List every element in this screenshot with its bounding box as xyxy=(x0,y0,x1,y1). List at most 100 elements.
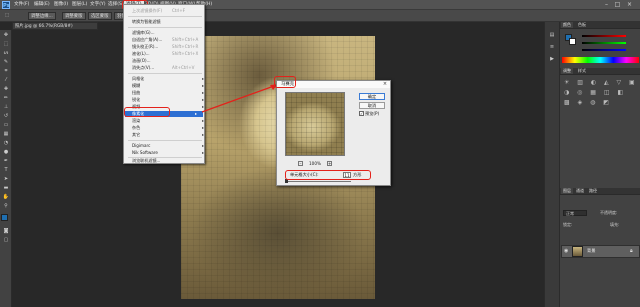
hand-tool-icon[interactable]: ✋ xyxy=(2,194,10,201)
shape-tool-icon[interactable]: ▬ xyxy=(2,185,10,192)
menu-bar: Ps 文件(F) 编辑(E) 图像(I) 图层(L) 文字(Y) 选择(S) 滤… xyxy=(0,0,640,10)
tab-swatches[interactable]: 色板 xyxy=(576,22,588,28)
green-slider[interactable] xyxy=(582,42,626,44)
brush-tool-icon[interactable]: ✏ xyxy=(2,95,10,102)
cell-size-slider-track[interactable] xyxy=(285,181,351,182)
stamp-tool-icon[interactable]: ⊥ xyxy=(2,104,10,111)
path-select-icon[interactable]: ➤ xyxy=(2,176,10,183)
tab-styles[interactable]: 样式 xyxy=(576,68,588,74)
close-window-icon[interactable]: × xyxy=(625,1,634,9)
preview-checkbox-label: 预览(P) xyxy=(365,111,380,116)
right-panels: 颜色 色板 调整 样式 ☀ ▥ ◐ ◭ ▽ ▣ ◑ ◎ ▦ ◫ ◧ ▩ ◈ ◍ … xyxy=(559,22,640,307)
blur-tool-icon[interactable]: ◔ xyxy=(2,140,10,147)
close-icon[interactable]: × xyxy=(382,81,388,88)
menu-item-smart-filter[interactable]: 转换为智能滤镜 xyxy=(132,19,161,25)
zoom-in-button[interactable]: + xyxy=(327,161,332,166)
tab-adjustments[interactable]: 调整 xyxy=(561,68,573,74)
menu-item-lens-correction[interactable]: 镜头校正(R)... Shift+Ctrl+R xyxy=(132,44,198,50)
healing-brush-icon[interactable]: ✚ xyxy=(2,86,10,93)
move-tool-icon[interactable]: ✥ xyxy=(2,32,10,39)
minimize-icon[interactable]: – xyxy=(602,1,611,9)
menu-item-render[interactable]: 渲染 ▸ xyxy=(132,118,204,124)
menu-item-vanishing-point[interactable]: 消失点(V)... Alt+Ctrl+V xyxy=(132,65,195,71)
eyedropper-icon[interactable]: ⁄ xyxy=(2,77,10,84)
menu-item-oil-paint[interactable]: 油画(O)... xyxy=(132,58,151,64)
crop-tool-icon[interactable]: ⌗ xyxy=(2,68,10,75)
photoshop-logo-icon: Ps xyxy=(2,1,10,9)
tab-layers[interactable]: 图层 xyxy=(561,188,573,194)
menu-separator xyxy=(128,140,202,141)
zoom-out-button[interactable]: – xyxy=(298,161,303,166)
layers-panel-header: 图层 通道 路径 xyxy=(560,188,640,195)
dodge-tool-icon[interactable]: ● xyxy=(2,149,10,156)
menu-image[interactable]: 图像(I) xyxy=(54,1,68,9)
blue-slider[interactable] xyxy=(582,49,626,51)
menu-item-digimarc[interactable]: Digimarc ▸ xyxy=(132,143,204,149)
visibility-eye-icon[interactable]: ◉ xyxy=(564,248,568,254)
menu-item-liquify[interactable]: 液化(L)... Shift+Ctrl+X xyxy=(132,51,198,57)
eraser-tool-icon[interactable]: ▭ xyxy=(2,122,10,129)
color-spectrum-bar[interactable] xyxy=(562,57,639,63)
pen-tool-icon[interactable]: ✒ xyxy=(2,158,10,165)
collapsed-panel-strip: ▤ ≡ ▶ xyxy=(544,22,559,307)
document-tab[interactable]: 照片.jpg @ 66.7%(RGB/8#) xyxy=(12,22,98,30)
menu-item-filter-gallery[interactable]: 滤镜库(G)... xyxy=(132,30,155,36)
menu-file[interactable]: 文件(F) xyxy=(14,1,29,9)
menu-item-noise[interactable]: 杂色 ▸ xyxy=(132,125,204,131)
marquee-icon[interactable]: ⬚ xyxy=(3,12,15,20)
preview-checkbox[interactable]: ✓ xyxy=(359,111,364,116)
refine-edge-button[interactable]: 调整边缘... xyxy=(28,12,56,20)
menu-item-distort[interactable]: 扭曲 ▸ xyxy=(132,90,204,96)
history-brush-icon[interactable]: ↺ xyxy=(2,113,10,120)
menu-edit[interactable]: 编辑(E) xyxy=(34,1,50,9)
layer-thumbnail xyxy=(572,246,583,257)
ok-button[interactable]: 确定 xyxy=(359,93,385,100)
type-tool-icon[interactable]: T xyxy=(2,167,10,174)
quick-select-icon[interactable]: ✎ xyxy=(2,59,10,66)
options-bar: ⬚ 调整边缘... 调整蒙版 选区蒙版 羽化 xyxy=(0,10,640,22)
history-panel-icon[interactable]: ▤ xyxy=(548,32,556,39)
maximize-icon[interactable]: □ xyxy=(613,1,622,9)
menu-type[interactable]: 文字(Y) xyxy=(90,1,106,9)
red-slider[interactable] xyxy=(582,35,626,37)
menu-item-browse-online[interactable]: 浏览联机滤镜... xyxy=(132,158,160,164)
menu-layer[interactable]: 图层(L) xyxy=(72,1,87,9)
tab-paths[interactable]: 路径 xyxy=(587,188,599,194)
menu-item-adaptive-wide[interactable]: 自适应广角(A)... Shift+Ctrl+A xyxy=(132,37,198,43)
adjust-mask-button[interactable]: 调整蒙版 xyxy=(62,12,86,20)
menu-item-stylize[interactable]: 风格化 ▸ xyxy=(132,76,204,82)
actions-panel-icon[interactable]: ▶ xyxy=(548,56,556,63)
zoom-level: 100% xyxy=(309,161,321,166)
cancel-button[interactable]: 取消 xyxy=(359,102,385,109)
marquee-tool-icon[interactable]: ⬚ xyxy=(2,41,10,48)
screen-mode-icon[interactable]: ▢ xyxy=(2,237,10,244)
menu-item-sharpen[interactable]: 锐化 ▸ xyxy=(132,97,204,103)
foreground-color-swatch[interactable] xyxy=(1,214,8,221)
fill-label: 填充: xyxy=(610,222,620,227)
zoom-tool-icon[interactable]: ⚲ xyxy=(2,203,10,210)
lock-icon: 🔒︎ xyxy=(630,248,633,254)
filter-preview[interactable] xyxy=(285,92,345,156)
menu-item-nik-software[interactable]: Nik Software ▸ xyxy=(132,150,204,156)
tab-channels[interactable]: 通道 xyxy=(574,188,586,194)
gradient-tool-icon[interactable]: ▦ xyxy=(2,131,10,138)
tools-panel: ✥ ⬚ ᔕ ✎ ⌗ ⁄ ✚ ✏ ⊥ ↺ ▭ ▦ ◔ ● ✒ T ➤ ▬ ✋ ⚲ … xyxy=(0,30,12,307)
tab-color[interactable]: 颜色 xyxy=(561,22,573,28)
adjustment-icons-grid[interactable]: ☀ ▥ ◐ ◭ ▽ ▣ ◑ ◎ ▦ ◫ ◧ ▩ ◈ ◍ ◩ xyxy=(564,78,638,120)
color-panel-header: 颜色 色板 xyxy=(560,22,640,29)
menu-item-last-filter[interactable]: 上次滤镜操作(F) Ctrl+F xyxy=(132,8,185,14)
selection-mask-button[interactable]: 选区蒙版 xyxy=(88,12,112,20)
opacity-label: 不透明度: xyxy=(600,210,618,215)
lasso-tool-icon[interactable]: ᔕ xyxy=(2,50,10,57)
quick-mask-icon[interactable]: ◙ xyxy=(2,228,10,235)
dialog-title-callout xyxy=(274,76,296,88)
properties-panel-icon[interactable]: ≡ xyxy=(548,44,556,51)
menu-item-other[interactable]: 其它 ▸ xyxy=(132,132,204,138)
blend-mode-select[interactable]: 正常 xyxy=(563,210,587,216)
cell-size-callout xyxy=(285,170,371,180)
menu-separator xyxy=(128,27,202,28)
layer-name: 背景 xyxy=(587,248,596,253)
panel-background-swatch[interactable] xyxy=(569,38,576,45)
pixelate-callout xyxy=(124,107,170,117)
menu-item-blur[interactable]: 模糊 ▸ xyxy=(132,83,204,89)
